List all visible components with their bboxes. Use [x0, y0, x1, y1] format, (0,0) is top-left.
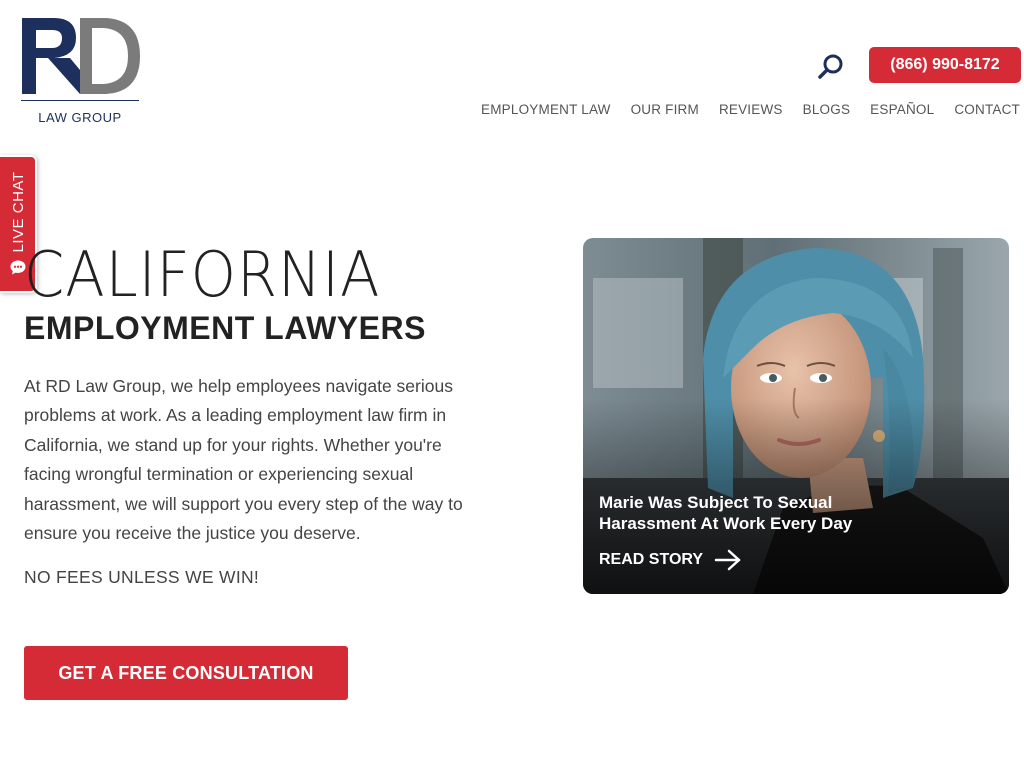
read-story-label: READ STORY — [599, 551, 704, 568]
free-consultation-button[interactable]: GET A FREE CONSULTATION — [24, 646, 348, 700]
nav-our-firm[interactable]: OUR FIRM — [631, 102, 699, 117]
search-button[interactable] — [816, 52, 846, 82]
logo-subtitle: LAW GROUP — [38, 110, 122, 125]
hero-title-line1: CALIFORNIA — [24, 238, 381, 311]
nav-blogs[interactable]: BLOGS — [803, 102, 851, 117]
phone-button[interactable]: (866) 990-8172 — [869, 47, 1021, 83]
hero-paragraph-line: facing wrongful termination or experienc… — [24, 464, 414, 485]
story-title-line: Marie Was Subject To Sexual — [599, 493, 833, 512]
no-fees-tagline: NO FEES UNLESS WE WIN! — [24, 567, 260, 587]
logo[interactable]: LAW GROUP — [18, 14, 142, 126]
story-card[interactable]: Marie Was Subject To Sexual Harassment A… — [583, 238, 1009, 594]
hero-paragraph-line: California, we stand up for your rights.… — [24, 434, 442, 455]
logo-divider — [21, 100, 139, 101]
nav-reviews[interactable]: REVIEWS — [719, 102, 783, 117]
nav-employment-law[interactable]: EMPLOYMENT LAW — [481, 102, 611, 117]
search-icon — [818, 54, 843, 79]
hero-paragraph-line: ensure you receive the justice you deser… — [24, 523, 361, 544]
hero-paragraph: At RD Law Group, we help employees navig… — [24, 372, 524, 548]
story-title: Marie Was Subject To Sexual Harassment A… — [599, 492, 899, 534]
main-nav: EMPLOYMENT LAW OUR FIRM REVIEWS BLOGS ES… — [481, 102, 1020, 117]
hero-paragraph-line: harassment, we will support you every st… — [24, 493, 463, 514]
story-photo — [583, 238, 1009, 594]
hero-paragraph-line: At RD Law Group, we help employees navig… — [24, 376, 453, 396]
arrow-right-icon — [714, 549, 741, 571]
story-title-line: Harassment At Work Every Day — [599, 514, 853, 533]
hero-title-line2: EMPLOYMENT LAWYERS — [24, 310, 426, 346]
read-story-link[interactable]: READ STORY — [599, 548, 743, 572]
nav-contact[interactable]: CONTACT — [954, 102, 1020, 117]
rd-logo-mark — [22, 18, 140, 94]
hero-paragraph-line: problems at work. As a leading employmen… — [24, 405, 447, 426]
nav-espanol[interactable]: ESPAÑOL — [870, 102, 934, 117]
